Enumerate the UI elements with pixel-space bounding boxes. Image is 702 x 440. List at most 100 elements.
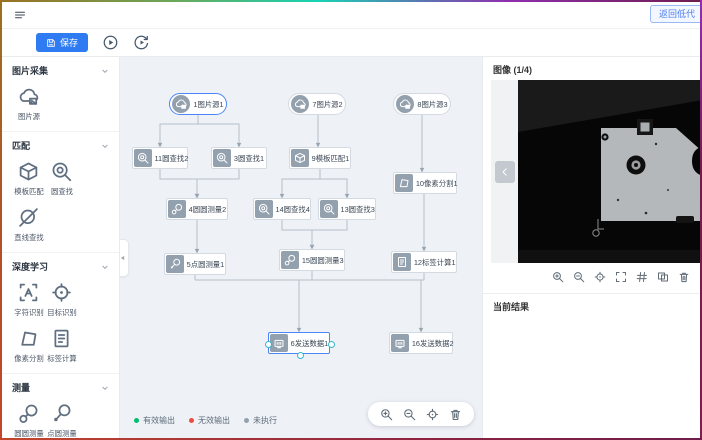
flow-node-4[interactable]: 4圆圆测量2	[166, 198, 228, 220]
legend-label: 有效输出	[143, 415, 175, 426]
compare-button[interactable]	[657, 271, 669, 283]
menu-icon[interactable]	[14, 9, 26, 21]
sidebar-item-circle-circle[interactable]: 圆圆测量	[12, 403, 45, 438]
zoom-in-button[interactable]	[380, 408, 393, 421]
tool-label: 直线查找	[14, 232, 43, 242]
doc-calc-icon	[51, 328, 72, 349]
fit-button[interactable]	[615, 271, 627, 283]
image-viewer-toolbar	[483, 263, 700, 283]
sidebar-item-target[interactable]: 目标识别	[45, 282, 78, 318]
legend-item: 未执行	[244, 415, 277, 426]
flow-node-15[interactable]: 15圆圆测量3	[279, 249, 345, 271]
trash-button[interactable]	[678, 271, 690, 283]
top-header: 返回低代	[2, 2, 700, 29]
flow-node-8[interactable]: 8图片源3	[393, 93, 451, 115]
flow-canvas[interactable]: 有效输出 无效输出 未执行 1图片源1 7图片源2 8图片源3 11圆查找2 3圆查找1 9模…	[120, 57, 482, 438]
circle-circle-icon	[281, 251, 299, 269]
window-frame-left	[0, 0, 2, 440]
flow-edge	[320, 169, 347, 198]
flow-node-9[interactable]: 9模板匹配1	[289, 147, 351, 169]
run-loop-button[interactable]	[133, 34, 150, 51]
tool-label: 模板匹配	[14, 186, 43, 196]
legend-item: 无效输出	[189, 415, 230, 426]
node-label: 4圆圆测量2	[189, 204, 227, 214]
node-label: 7图片源2	[311, 99, 343, 109]
circle-find-icon	[134, 149, 152, 167]
trash-button[interactable]	[449, 408, 462, 421]
sidebar-collapse-handle[interactable]	[120, 239, 129, 277]
point-circle-icon	[166, 255, 184, 273]
locate-button[interactable]	[426, 408, 439, 421]
flow-node-7[interactable]: 7图片源2	[288, 93, 346, 115]
grid-button[interactable]	[636, 271, 648, 283]
sidebar-item-segment[interactable]: 像素分割	[12, 328, 45, 364]
sidebar-item-point-circle[interactable]: 点圆测量	[45, 403, 78, 438]
locate-button[interactable]	[594, 271, 606, 283]
sidebar-item-circle-find[interactable]: 圆查找	[45, 161, 78, 197]
image-nav-strip	[491, 80, 518, 263]
flow-edge	[160, 169, 197, 198]
sidebar-item-cube[interactable]: 模板匹配	[12, 161, 45, 197]
flow-node-5[interactable]: 5点圆测量1	[164, 253, 226, 275]
cloud-image-icon	[172, 95, 190, 113]
locate-icon	[426, 408, 439, 421]
tool-label: 目标识别	[47, 307, 76, 317]
chevron-down-icon	[101, 67, 109, 75]
flow-node-16[interactable]: 16发送数据2	[389, 332, 453, 354]
sidebar-item-cloud-image[interactable]: 图片源	[12, 86, 45, 122]
image-pager-title: 图像 (1/4)	[483, 57, 700, 80]
node-label: 14圆查找4	[275, 204, 309, 214]
fit-icon	[615, 271, 627, 283]
send-data-icon	[270, 334, 288, 352]
sidebar-item-line-find[interactable]: 直线查找	[12, 207, 45, 243]
sidebar-item-doc-calc[interactable]: 标签计算	[45, 328, 78, 364]
flow-edge	[312, 220, 347, 249]
flow-node-13[interactable]: 13圆查找3	[318, 198, 376, 220]
flow-node-10[interactable]: 10像素分割1	[393, 172, 457, 194]
section-header[interactable]: 测量	[12, 381, 109, 394]
flow-node-1[interactable]: 1图片源1	[169, 93, 227, 115]
node-connection-handle[interactable]	[297, 352, 304, 359]
section-header[interactable]: 匹配	[12, 139, 109, 152]
sidebar-section: 深度学习字符识别目标识别像素分割标签计算	[2, 253, 119, 374]
cube-icon	[291, 149, 309, 167]
node-connection-handle[interactable]	[328, 341, 335, 348]
save-button[interactable]: 保存	[36, 33, 88, 52]
run-button[interactable]	[102, 34, 119, 51]
section-label: 图片采集	[12, 64, 48, 77]
node-connection-handle[interactable]	[265, 341, 272, 348]
status-legend: 有效输出 无效输出 未执行	[134, 415, 277, 426]
zoom-out-icon	[573, 271, 585, 283]
chevron-left-icon	[499, 166, 511, 178]
sidebar-item-ocr[interactable]: 字符识别	[12, 282, 45, 318]
prev-image-button[interactable]	[495, 161, 515, 183]
app-window: 返回低代 保存 图片采集图片源匹配模板匹配圆查找直线查找深度学习字符识别目标识别…	[2, 2, 700, 438]
flow-node-14[interactable]: 14圆查找4	[253, 198, 311, 220]
section-header[interactable]: 深度学习	[12, 260, 109, 273]
flow-node-3[interactable]: 3圆查找1	[211, 147, 267, 169]
zoom-in-icon	[380, 408, 393, 421]
tool-label: 圆圆测量	[14, 428, 43, 438]
sidebar-section: 测量圆圆测量点圆测量点点测量	[2, 374, 119, 438]
circle-find-icon	[51, 161, 72, 182]
tool-label: 字符识别	[14, 307, 43, 317]
node-label: 8图片源3	[416, 99, 448, 109]
flow-edge	[282, 169, 320, 198]
flow-node-12[interactable]: 12标签计算1	[391, 251, 457, 273]
zoom-out-button[interactable]	[403, 408, 416, 421]
legend-label: 无效输出	[198, 415, 230, 426]
flow-node-6[interactable]: 6发送数据1	[268, 332, 330, 354]
toolbar: 保存	[2, 29, 700, 57]
legend-dot	[134, 418, 139, 423]
flow-node-11[interactable]: 11圆查找2	[132, 147, 188, 169]
zoom-in-button[interactable]	[552, 271, 564, 283]
section-header[interactable]: 图片采集	[12, 64, 109, 77]
back-to-lowcode-button[interactable]: 返回低代	[650, 5, 700, 23]
zoom-out-button[interactable]	[573, 271, 585, 283]
trash-icon	[678, 271, 690, 283]
cloud-image-icon	[291, 95, 309, 113]
tool-sidebar: 图片采集图片源匹配模板匹配圆查找直线查找深度学习字符识别目标识别像素分割标签计算…	[2, 57, 120, 438]
tool-label: 图片源	[17, 111, 39, 121]
cloud-image-icon	[18, 86, 39, 107]
node-label: 11圆查找2	[154, 153, 188, 163]
